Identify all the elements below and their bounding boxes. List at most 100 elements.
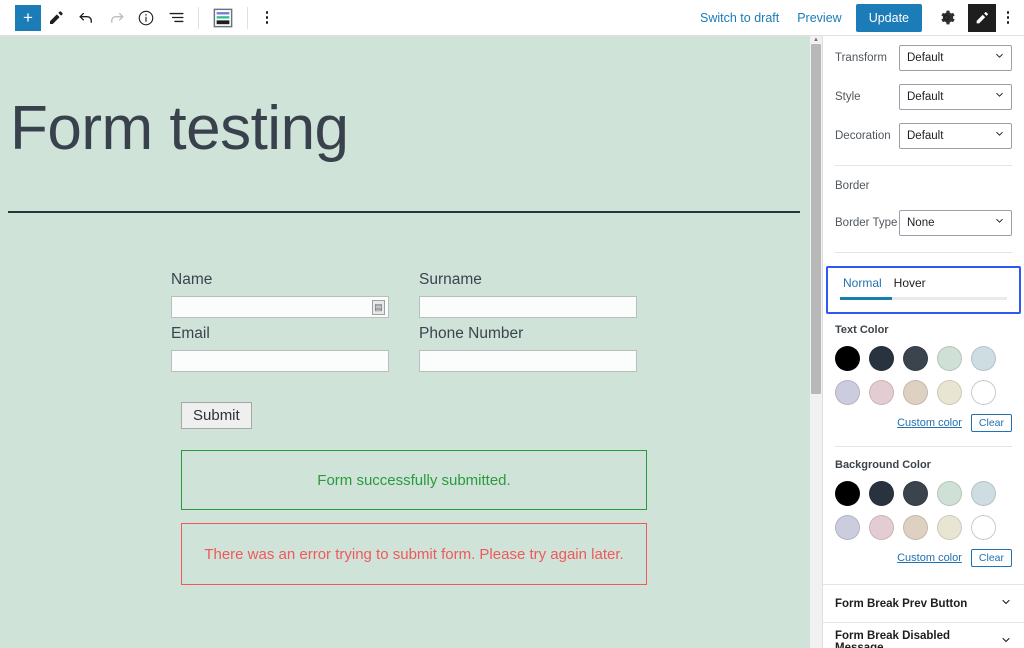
text-color-swatch-3[interactable]	[937, 346, 962, 371]
surname-input[interactable]	[419, 296, 637, 318]
text-color-swatch-2[interactable]	[903, 346, 928, 371]
submit-button[interactable]: Submit	[181, 402, 252, 429]
phone-number-label: Phone Number	[419, 325, 667, 343]
form-row-2: Email Phone Number	[171, 325, 810, 372]
phone-number-input[interactable]	[419, 350, 637, 372]
redo-icon[interactable]	[101, 1, 131, 35]
block-settings-sidebar: Transform Default Style Default	[822, 36, 1024, 648]
text-color-swatch-6[interactable]	[869, 380, 894, 405]
email-label: Email	[171, 325, 419, 343]
field-group-email: Email	[171, 325, 419, 372]
switch-to-draft-button[interactable]: Switch to draft	[691, 3, 788, 33]
background-color-swatch-7[interactable]	[903, 515, 928, 540]
chevron-down-icon	[994, 128, 1005, 142]
transform-select[interactable]: Default	[899, 45, 1012, 71]
text-color-swatches	[823, 336, 1024, 405]
style-value: Default	[907, 91, 943, 103]
accordion-label: Form Break Disabled Message	[835, 630, 1000, 648]
info-icon[interactable]	[131, 1, 161, 35]
name-label: Name	[171, 271, 419, 289]
edit-tool-icon[interactable]	[41, 1, 71, 35]
error-message: There was an error trying to submit form…	[181, 523, 647, 585]
accordion-form-break-disabled-message[interactable]: Form Break Disabled Message	[823, 622, 1024, 648]
border-type-select[interactable]: None	[899, 210, 1012, 236]
undo-icon[interactable]	[71, 1, 101, 35]
background-color-title: Background Color	[823, 447, 1024, 471]
form-row-1: Name ▤ Surname	[171, 271, 810, 318]
text-color-swatch-8[interactable]	[937, 380, 962, 405]
accordion-form-break-prev-button[interactable]: Form Break Prev Button	[823, 584, 1024, 622]
text-clear-button[interactable]: Clear	[971, 414, 1012, 432]
background-custom-color-link[interactable]: Custom color	[897, 552, 962, 564]
border-type-control: Border Type None	[823, 206, 1024, 240]
style-control: Style Default	[823, 80, 1024, 114]
background-color-swatch-1[interactable]	[869, 481, 894, 506]
sidebar-divider-2	[835, 252, 1012, 253]
toolbar-right-group: Switch to draft Preview Update	[691, 0, 1024, 35]
field-group-phone: Phone Number	[419, 325, 667, 372]
text-color-swatch-5[interactable]	[835, 380, 860, 405]
style-select[interactable]: Default	[899, 84, 1012, 110]
decoration-select[interactable]: Default	[899, 123, 1012, 149]
chevron-down-icon	[1000, 595, 1012, 613]
background-color-swatch-3[interactable]	[937, 481, 962, 506]
name-input[interactable]: ▤	[171, 296, 389, 318]
styles-pencil-icon[interactable]	[968, 4, 996, 32]
decoration-label: Decoration	[835, 130, 899, 142]
text-color-swatch-4[interactable]	[971, 346, 996, 371]
style-label: Style	[835, 91, 899, 103]
field-group-name: Name ▤	[171, 271, 419, 318]
canvas-scrollbar[interactable]: ▲	[810, 36, 822, 648]
transform-value: Default	[907, 52, 943, 64]
field-group-surname: Surname	[419, 271, 667, 318]
toolbar-left-group: +	[0, 0, 279, 35]
text-color-swatch-7[interactable]	[903, 380, 928, 405]
page-title[interactable]: Form testing	[0, 36, 810, 163]
background-color-swatch-5[interactable]	[835, 515, 860, 540]
text-color-title: Text Color	[823, 314, 1024, 336]
toolbar-divider-1	[198, 7, 199, 29]
add-block-button[interactable]: +	[15, 5, 41, 31]
accordion-label: Form Break Prev Button	[835, 598, 1000, 610]
chevron-down-icon	[994, 50, 1005, 64]
form-block: Name ▤ Surname Email	[0, 213, 810, 585]
background-color-swatch-4[interactable]	[971, 481, 996, 506]
block-options-kebab-icon[interactable]	[255, 3, 279, 33]
border-section-title: Border	[823, 166, 1024, 192]
success-message: Form successfully submitted.	[181, 450, 647, 510]
preview-button[interactable]: Preview	[788, 3, 850, 33]
decoration-value: Default	[907, 130, 943, 142]
scroll-up-arrow-icon[interactable]: ▲	[812, 37, 820, 44]
tab-active-indicator	[840, 297, 1007, 300]
block-template-icon[interactable]	[206, 1, 240, 35]
text-custom-color-link[interactable]: Custom color	[897, 417, 962, 429]
background-color-swatch-8[interactable]	[937, 515, 962, 540]
chevron-down-icon	[1000, 633, 1012, 648]
border-type-value: None	[907, 217, 935, 229]
background-color-swatch-6[interactable]	[869, 515, 894, 540]
background-clear-button[interactable]: Clear	[971, 549, 1012, 567]
editor-body: Form testing Name ▤ Surname	[0, 36, 1024, 648]
tab-hover[interactable]: Hover	[888, 274, 932, 297]
border-type-label: Border Type	[835, 217, 899, 229]
state-tabs-row: Normal Hover	[828, 274, 1019, 297]
text-color-swatch-1[interactable]	[869, 346, 894, 371]
gear-icon[interactable]	[931, 3, 961, 33]
tab-normal[interactable]: Normal	[837, 274, 888, 297]
text-color-swatch-0[interactable]	[835, 346, 860, 371]
toolbar-divider-2	[247, 7, 248, 29]
background-color-swatch-9[interactable]	[971, 515, 996, 540]
kebab-menu-icon[interactable]	[996, 3, 1020, 33]
text-color-swatch-9[interactable]	[971, 380, 996, 405]
transform-label: Transform	[835, 52, 899, 64]
email-input[interactable]	[171, 350, 389, 372]
background-color-swatch-0[interactable]	[835, 481, 860, 506]
background-color-swatch-2[interactable]	[903, 481, 928, 506]
autofill-icon[interactable]: ▤	[372, 300, 385, 315]
chevron-down-icon	[994, 215, 1005, 229]
update-button[interactable]: Update	[856, 4, 922, 32]
surname-label: Surname	[419, 271, 667, 289]
post-canvas[interactable]: Form testing Name ▤ Surname	[0, 36, 810, 648]
list-view-icon[interactable]	[161, 1, 191, 35]
canvas-scrollbar-thumb[interactable]	[811, 44, 821, 394]
